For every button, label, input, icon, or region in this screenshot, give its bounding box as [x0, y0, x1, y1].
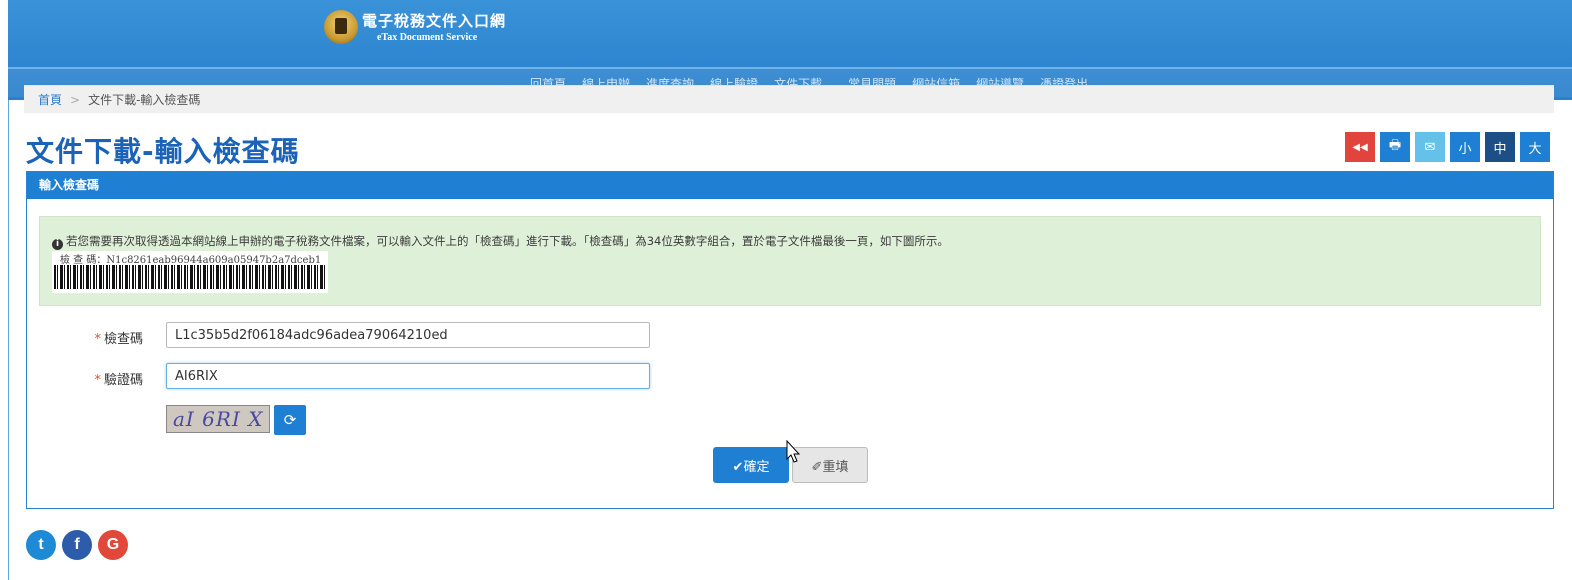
font-large-button[interactable]: 大: [1520, 132, 1550, 162]
verify-code-input[interactable]: [166, 363, 650, 389]
font-medium-button[interactable]: 中: [1485, 132, 1515, 162]
barcode-sample-image: 檢 查 碼：N1c8261eab96944a609a05947b2a7dceb1: [52, 251, 328, 293]
verify-row: * 驗證碼: [27, 363, 727, 391]
barcode-label: 檢 查 碼：N1c8261eab96944a609a05947b2a7dceb1: [60, 255, 322, 266]
checkcode-input[interactable]: [166, 322, 650, 348]
rewind-icon: ◀◀: [1352, 141, 1368, 153]
checkcode-row: * 檢查碼: [27, 322, 727, 350]
social-share: t f G: [26, 530, 128, 560]
submit-button[interactable]: ✔確定: [713, 447, 789, 483]
notice-text: 若您需要再次取得透過本網站線上申辦的電子稅務文件檔案，可以輸入文件上的「檢查碼」…: [66, 234, 949, 248]
info-icon: i: [52, 239, 63, 250]
mail-icon: ✉: [1424, 139, 1436, 155]
font-small-button[interactable]: 小: [1450, 132, 1480, 162]
site-title[interactable]: 電子稅務文件入口網: [362, 10, 506, 31]
page-toolbar: ◀◀ 🖶 ✉ 小 中 大: [1345, 132, 1550, 162]
page-title: 文件下載-輸入檢查碼: [26, 135, 300, 168]
breadcrumb-home-link[interactable]: 首頁: [38, 91, 62, 108]
print-button[interactable]: 🖶: [1380, 132, 1410, 162]
refresh-captcha-button[interactable]: ⟳: [274, 405, 306, 435]
refresh-icon: ⟳: [283, 411, 297, 429]
site-subtitle: eTax Document Service: [377, 32, 478, 43]
barcode-bars: [54, 265, 326, 289]
twitter-icon[interactable]: t: [26, 530, 56, 560]
checkcode-label: 檢查碼: [103, 332, 143, 347]
mouse-cursor-icon: [786, 439, 801, 463]
back-button[interactable]: ◀◀: [1345, 132, 1375, 162]
captcha-image: aI 6RI X: [166, 405, 270, 433]
breadcrumb-separator: >: [70, 92, 81, 107]
verify-label: 驗證碼: [103, 373, 143, 388]
facebook-icon[interactable]: f: [62, 530, 92, 560]
logo-seal-icon[interactable]: [324, 10, 358, 44]
google-icon[interactable]: G: [98, 530, 128, 560]
required-mark: *: [94, 332, 101, 347]
notice-box: i 若您需要再次取得透過本網站線上申辦的電子稅務文件檔案，可以輸入文件上的「檢查碼…: [39, 216, 1541, 306]
panel-heading: 輸入檢查碼: [27, 172, 1553, 199]
breadcrumb: 首頁 > 文件下載-輸入檢查碼: [24, 85, 1554, 113]
mail-button[interactable]: ✉: [1415, 132, 1445, 162]
print-icon: 🖶: [1388, 138, 1402, 153]
breadcrumb-current: 文件下載-輸入檢查碼: [88, 93, 201, 107]
reset-button[interactable]: ✐重填: [792, 447, 868, 483]
required-mark: *: [94, 373, 101, 388]
